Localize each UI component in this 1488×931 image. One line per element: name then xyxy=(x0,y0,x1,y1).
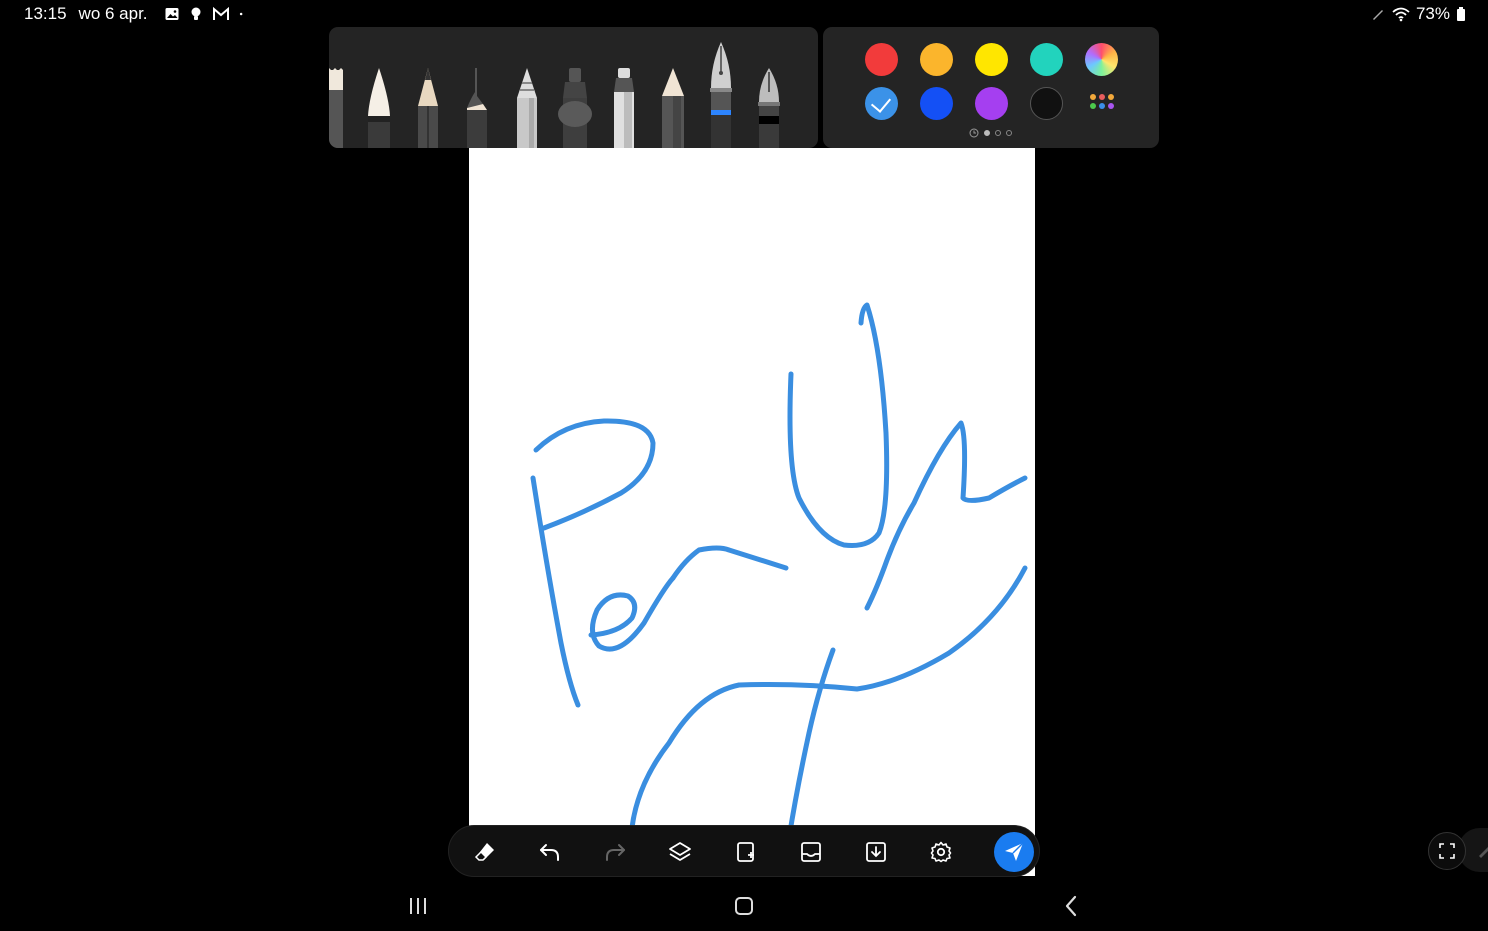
brush-pen-icon[interactable] xyxy=(329,68,345,148)
color-orange[interactable] xyxy=(920,43,953,76)
gear-icon xyxy=(930,841,952,863)
bottom-toolbar xyxy=(448,825,1040,877)
page-dot xyxy=(984,130,990,136)
eraser-button[interactable] xyxy=(467,834,503,870)
pen-icon xyxy=(1372,10,1383,20)
battery-icon xyxy=(1457,7,1465,21)
pencil-icon[interactable] xyxy=(414,68,442,148)
home-button[interactable] xyxy=(729,892,759,920)
send-icon xyxy=(1005,842,1024,861)
import-image-button[interactable] xyxy=(793,834,829,870)
clock: 13:15 xyxy=(24,4,67,23)
handwriting-strokes xyxy=(530,302,1028,841)
page-dot xyxy=(1006,130,1012,136)
download-icon xyxy=(866,842,886,862)
color-light-blue[interactable] xyxy=(865,87,898,120)
color-teal[interactable] xyxy=(1030,43,1063,76)
fountain-pen-icon[interactable] xyxy=(707,42,735,148)
back-icon xyxy=(1065,895,1077,917)
color-yellow[interactable] xyxy=(975,43,1008,76)
date: wo 6 apr. xyxy=(78,4,148,23)
page-dot xyxy=(995,130,1001,136)
color-palette xyxy=(823,27,1159,148)
image-icon xyxy=(165,8,179,20)
recent-apps-icon xyxy=(410,898,426,914)
pen-tray xyxy=(329,27,818,148)
fullscreen-button[interactable] xyxy=(1428,832,1466,870)
bulb-icon xyxy=(191,7,201,20)
pen-icon xyxy=(1479,847,1488,858)
home-icon xyxy=(735,897,753,915)
recent-clock-icon xyxy=(969,128,979,138)
eraser-icon xyxy=(474,843,494,861)
download-button[interactable] xyxy=(858,834,894,870)
color-red[interactable] xyxy=(865,43,898,76)
drawing-canvas[interactable] xyxy=(469,148,1035,876)
import-image-icon xyxy=(801,842,821,862)
undo-icon xyxy=(540,844,559,861)
marker-icon[interactable] xyxy=(557,68,593,148)
undo-button[interactable] xyxy=(532,834,568,870)
wifi-icon xyxy=(1392,7,1410,22)
add-page-button[interactable] xyxy=(728,834,764,870)
battery-percent: 73% xyxy=(1415,4,1450,23)
charcoal-icon[interactable] xyxy=(659,68,687,148)
palette-page-indicator xyxy=(969,128,1012,138)
calligraphy-brush-icon[interactable] xyxy=(365,68,393,148)
more-colors-icon[interactable] xyxy=(1090,94,1116,112)
color-blue[interactable] xyxy=(920,87,953,120)
settings-button[interactable] xyxy=(923,834,959,870)
status-bar: 13:15 wo 6 apr. 73% xyxy=(0,0,1488,28)
add-page-icon xyxy=(737,842,754,862)
calligraphy-pen-icon[interactable] xyxy=(463,68,491,148)
more-dot-icon xyxy=(239,12,242,16)
gmail-icon xyxy=(212,6,229,20)
color-black[interactable] xyxy=(1030,87,1063,120)
fullscreen-icon xyxy=(1439,843,1455,859)
color-purple[interactable] xyxy=(975,87,1008,120)
redo-button[interactable] xyxy=(597,834,633,870)
color-spectrum[interactable] xyxy=(1085,43,1118,76)
fountain-pen-dark-icon[interactable] xyxy=(755,68,783,148)
crayon-icon[interactable] xyxy=(513,68,541,148)
layers-button[interactable] xyxy=(662,834,698,870)
redo-icon xyxy=(606,844,625,861)
recent-apps-button[interactable] xyxy=(403,892,433,920)
back-button[interactable] xyxy=(1056,892,1086,920)
navigation-bar xyxy=(0,880,1488,931)
layers-icon xyxy=(669,842,691,861)
highlighter-icon[interactable] xyxy=(610,68,638,148)
send-button[interactable] xyxy=(994,832,1034,872)
